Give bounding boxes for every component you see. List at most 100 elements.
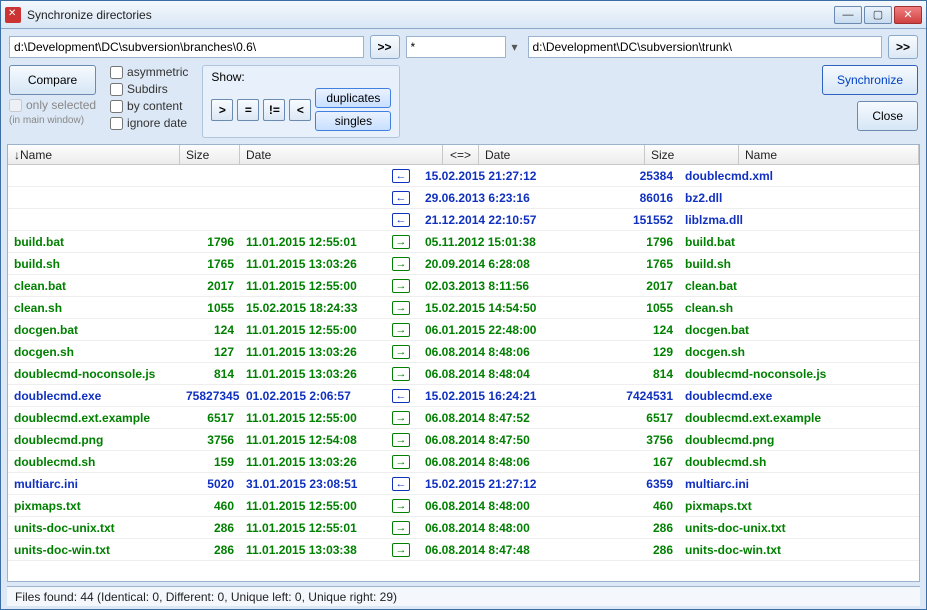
close-window-button[interactable]: ✕ <box>894 6 922 24</box>
cell-direction[interactable]: → <box>383 499 419 513</box>
cell-direction[interactable]: → <box>383 235 419 249</box>
cell-direction[interactable]: → <box>383 257 419 271</box>
cell-date-left: 31.01.2015 23:08:51 <box>240 477 383 491</box>
header-size-right[interactable]: Size <box>645 145 739 164</box>
cell-direction[interactable]: → <box>383 279 419 293</box>
table-row[interactable]: multiarc.ini502031.01.2015 23:08:51←15.0… <box>8 473 919 495</box>
cell-direction[interactable]: → <box>383 301 419 315</box>
arrow-left-icon: ← <box>392 191 410 205</box>
left-go-button[interactable]: >> <box>370 35 400 59</box>
only-selected-checkbox[interactable]: only selected <box>9 98 96 112</box>
cell-direction[interactable]: → <box>383 455 419 469</box>
table-row[interactable]: docgen.sh12711.01.2015 13:03:26→06.08.20… <box>8 341 919 363</box>
grid-body[interactable]: ←15.02.2015 21:27:1225384doublecmd.xml←2… <box>8 165 919 581</box>
table-row[interactable]: build.bat179611.01.2015 12:55:01→05.11.2… <box>8 231 919 253</box>
cell-size-right: 2017 <box>585 279 679 293</box>
synchronize-button[interactable]: Synchronize <box>822 65 918 95</box>
header-date-right[interactable]: Date <box>479 145 645 164</box>
cell-date-left: 11.01.2015 13:03:26 <box>240 257 383 271</box>
filter-input[interactable] <box>406 36 506 58</box>
arrow-right-icon: → <box>392 323 410 337</box>
cell-direction[interactable]: ← <box>383 169 419 183</box>
cell-name-right: build.bat <box>679 235 919 249</box>
header-size-left[interactable]: Size <box>180 145 240 164</box>
table-row[interactable]: doublecmd.png375611.01.2015 12:54:08→06.… <box>8 429 919 451</box>
cell-direction[interactable]: ← <box>383 191 419 205</box>
table-row[interactable]: clean.sh105515.02.2015 18:24:33→15.02.20… <box>8 297 919 319</box>
show-group: Show: > = != < duplicates singles <box>202 65 400 138</box>
cell-date-left: 11.01.2015 12:55:01 <box>240 235 383 249</box>
arrow-right-icon: → <box>392 301 410 315</box>
right-go-button[interactable]: >> <box>888 35 918 59</box>
asymmetric-checkbox[interactable]: asymmetric <box>110 65 188 79</box>
cell-size-left: 286 <box>180 521 240 535</box>
subdirs-checkbox[interactable]: Subdirs <box>110 82 188 96</box>
maximize-button[interactable]: ▢ <box>864 6 892 24</box>
ignore-date-checkbox[interactable]: ignore date <box>110 116 188 130</box>
cell-size-left: 5020 <box>180 477 240 491</box>
cell-date-right: 06.08.2014 8:48:04 <box>419 367 585 381</box>
cell-size-right: 460 <box>585 499 679 513</box>
cell-name-left: docgen.sh <box>8 345 180 359</box>
options-row: Compare only selected (in main window) a… <box>1 63 926 144</box>
show-gt-button[interactable]: > <box>211 99 233 121</box>
cell-size-left: 1765 <box>180 257 240 271</box>
cell-direction[interactable]: ← <box>383 389 419 403</box>
table-row[interactable]: build.sh176511.01.2015 13:03:26→20.09.20… <box>8 253 919 275</box>
cell-name-right: bz2.dll <box>679 191 919 205</box>
cell-date-right: 21.12.2014 22:10:57 <box>419 213 585 227</box>
header-date-left[interactable]: Date <box>240 145 443 164</box>
table-row[interactable]: units-doc-unix.txt28611.01.2015 12:55:01… <box>8 517 919 539</box>
table-row[interactable]: ←29.06.2013 6:23:1686016bz2.dll <box>8 187 919 209</box>
cell-size-left: 286 <box>180 543 240 557</box>
cell-direction[interactable]: ← <box>383 477 419 491</box>
cell-date-left: 11.01.2015 12:55:00 <box>240 499 383 513</box>
dropdown-icon[interactable]: ▾ <box>512 40 522 54</box>
cell-size-left: 127 <box>180 345 240 359</box>
table-row[interactable]: doublecmd.exe7582734501.02.2015 2:06:57←… <box>8 385 919 407</box>
cell-direction[interactable]: → <box>383 433 419 447</box>
table-row[interactable]: doublecmd-noconsole.js81411.01.2015 13:0… <box>8 363 919 385</box>
header-direction[interactable]: <=> <box>443 145 479 164</box>
only-selected-note: (in main window) <box>9 115 96 126</box>
app-icon <box>5 7 21 23</box>
cell-direction[interactable]: ← <box>383 213 419 227</box>
show-neq-button[interactable]: != <box>263 99 285 121</box>
cell-direction[interactable]: → <box>383 411 419 425</box>
show-eq-button[interactable]: = <box>237 99 259 121</box>
cell-size-left: 814 <box>180 367 240 381</box>
table-row[interactable]: ←15.02.2015 21:27:1225384doublecmd.xml <box>8 165 919 187</box>
show-lt-button[interactable]: < <box>289 99 311 121</box>
show-singles-button[interactable]: singles <box>315 111 391 131</box>
header-name-left[interactable]: ↓Name <box>8 145 180 164</box>
ignore-date-label: ignore date <box>127 116 187 130</box>
close-button[interactable]: Close <box>857 101 918 131</box>
table-row[interactable]: doublecmd.ext.example651711.01.2015 12:5… <box>8 407 919 429</box>
header-name-right[interactable]: Name <box>739 145 919 164</box>
cell-direction[interactable]: → <box>383 521 419 535</box>
table-row[interactable]: ←21.12.2014 22:10:57151552liblzma.dll <box>8 209 919 231</box>
table-row[interactable]: pixmaps.txt46011.01.2015 12:55:00→06.08.… <box>8 495 919 517</box>
cell-size-right: 6517 <box>585 411 679 425</box>
cell-size-left: 3756 <box>180 433 240 447</box>
cell-direction[interactable]: → <box>383 323 419 337</box>
left-path-input[interactable] <box>9 36 364 58</box>
cell-date-left: 11.01.2015 12:55:01 <box>240 521 383 535</box>
cell-size-left: 2017 <box>180 279 240 293</box>
table-row[interactable]: units-doc-win.txt28611.01.2015 13:03:38→… <box>8 539 919 561</box>
cell-name-right: docgen.bat <box>679 323 919 337</box>
cell-direction[interactable]: → <box>383 345 419 359</box>
cell-direction[interactable]: → <box>383 543 419 557</box>
by-content-checkbox[interactable]: by content <box>110 99 188 113</box>
table-row[interactable]: doublecmd.sh15911.01.2015 13:03:26→06.08… <box>8 451 919 473</box>
minimize-button[interactable]: — <box>834 6 862 24</box>
compare-button[interactable]: Compare <box>9 65 96 95</box>
show-duplicates-button[interactable]: duplicates <box>315 88 391 108</box>
cell-direction[interactable]: → <box>383 367 419 381</box>
cell-name-left: pixmaps.txt <box>8 499 180 513</box>
right-path-input[interactable] <box>528 36 883 58</box>
table-row[interactable]: clean.bat201711.01.2015 12:55:00→02.03.2… <box>8 275 919 297</box>
cell-date-left: 01.02.2015 2:06:57 <box>240 389 383 403</box>
table-row[interactable]: docgen.bat12411.01.2015 12:55:00→06.01.2… <box>8 319 919 341</box>
cell-size-left: 1055 <box>180 301 240 315</box>
